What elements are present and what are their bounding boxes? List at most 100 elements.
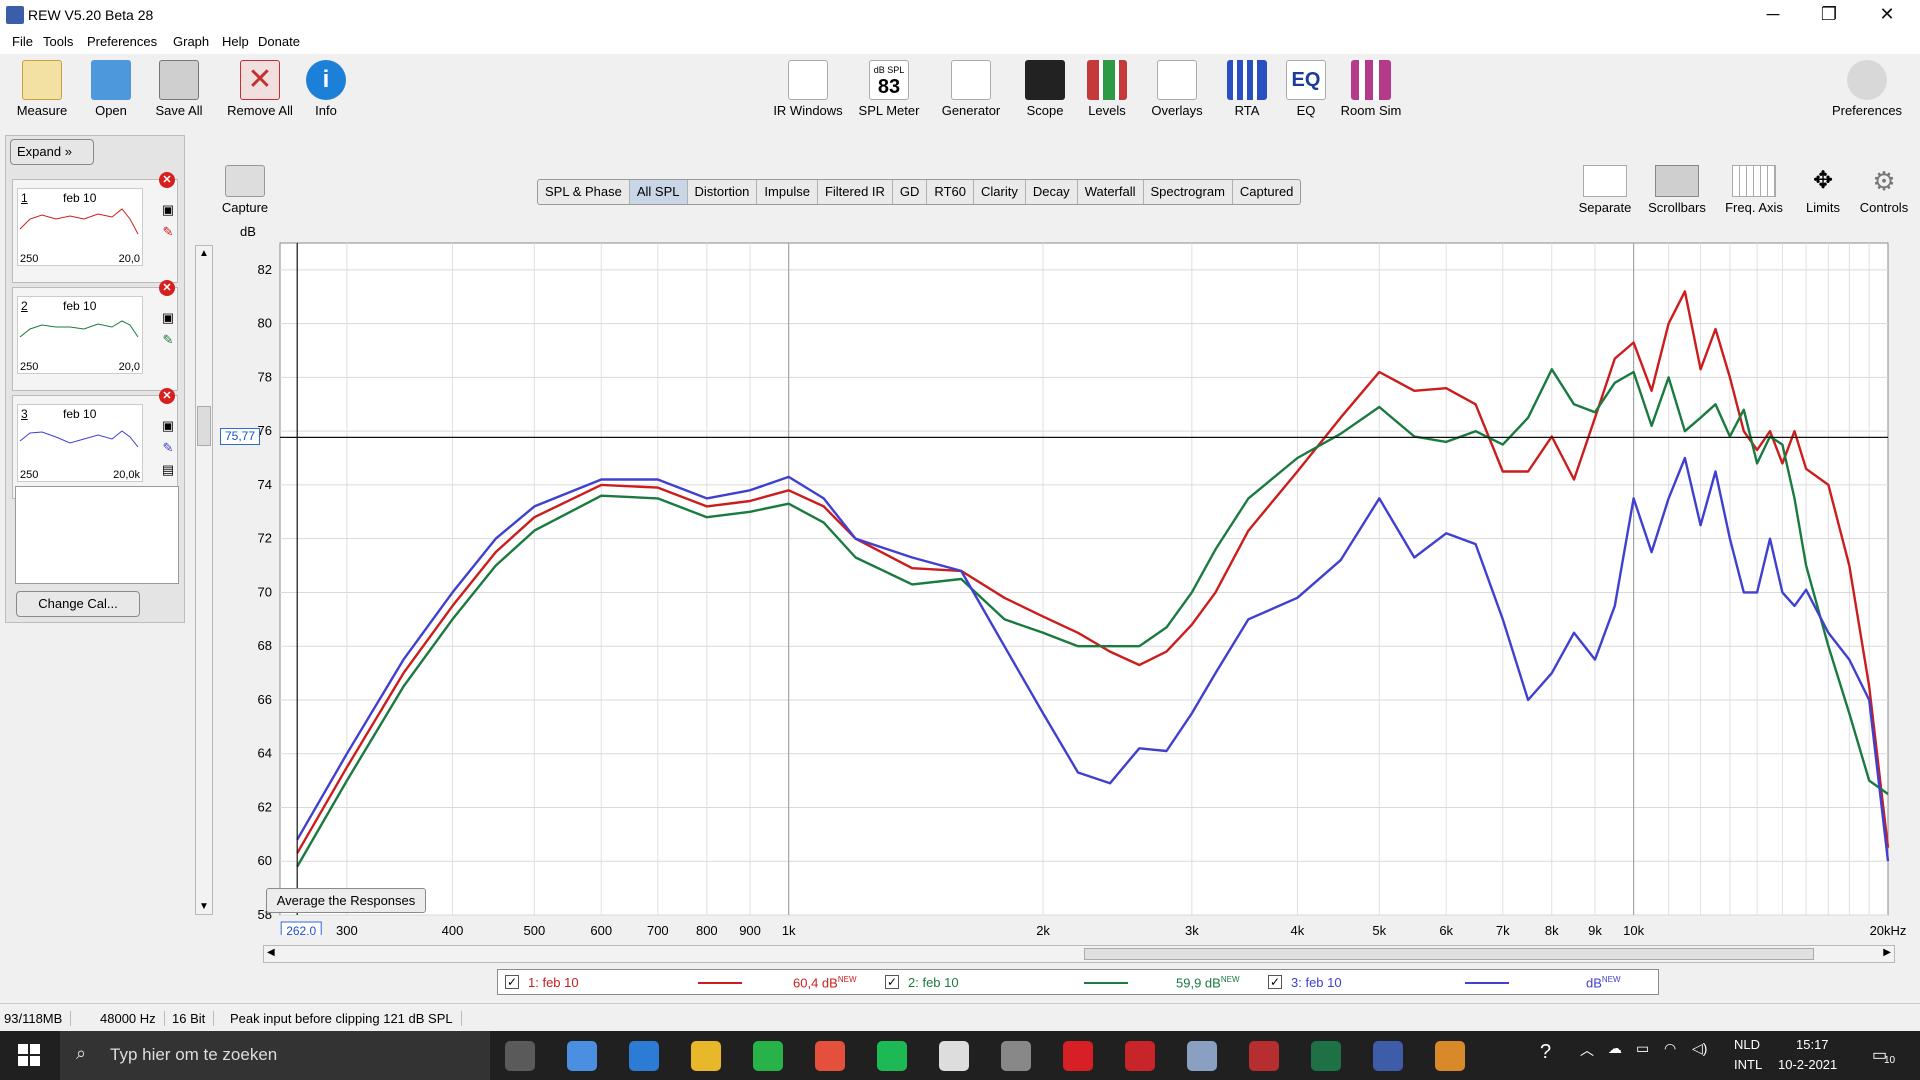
restore-button[interactable]: ❐ (1800, 0, 1858, 30)
remove-measurement-icon[interactable]: ✕ (159, 280, 175, 296)
measurement-notes[interactable] (15, 486, 179, 584)
minimize-button[interactable]: ─ (1744, 0, 1802, 30)
scrollbars-button[interactable]: Scrollbars (1644, 165, 1710, 215)
rta-button[interactable]: RTA (1222, 60, 1272, 118)
scope-button[interactable]: Scope (1020, 60, 1070, 118)
save-measurement-icon[interactable]: ▣ (160, 202, 176, 218)
explorer-icon[interactable] (691, 1041, 721, 1071)
measurement-card-3[interactable]: 3 feb 10 250 20,0k ✕ ▣ ✎ ▤ (12, 388, 178, 499)
vertical-scrollbar[interactable]: ▲ ▼ (195, 245, 213, 915)
whatsapp-icon[interactable] (753, 1041, 783, 1071)
app-tools-icon[interactable] (1187, 1041, 1217, 1071)
color-pen-icon[interactable]: ✎ (160, 332, 176, 348)
measurement-card-2[interactable]: 2 feb 10 250 20,0 ✕ ▣ ✎ (12, 280, 178, 391)
capture-button[interactable]: Capture (215, 165, 275, 215)
info-button[interactable]: i Info (306, 60, 346, 118)
legend-checkbox-1[interactable]: ✓ (505, 975, 519, 989)
rew-icon[interactable] (1373, 1041, 1403, 1071)
status-bar: 93/118MB 48000 Hz 16 Bit Peak input befo… (0, 1003, 1920, 1031)
menu-help[interactable]: Help (222, 34, 249, 49)
expand-button[interactable]: Expand » (10, 139, 94, 165)
measurement-card-1[interactable]: 1 feb 10 250 20,0 ✕ ▣ ✎ (12, 172, 178, 283)
onedrive-icon[interactable]: ☁ (1608, 1040, 1622, 1057)
limits-button[interactable]: ✥ Limits (1798, 165, 1848, 215)
tab-all-spl[interactable]: All SPL (629, 180, 688, 204)
color-pen-icon[interactable]: ✎ (160, 224, 176, 240)
menu-graph[interactable]: Graph (173, 34, 209, 49)
controls-button[interactable]: ⚙ Controls (1856, 165, 1912, 215)
language-bottom[interactable]: INTL (1734, 1057, 1762, 1072)
search-app-icon[interactable] (939, 1041, 969, 1071)
tab-filtered-ir[interactable]: Filtered IR (818, 180, 893, 204)
freq-axis-button[interactable]: Freq. Axis (1718, 165, 1790, 215)
legend-checkbox-2[interactable]: ✓ (885, 975, 899, 989)
clock-date[interactable]: 10-2-2021 (1778, 1057, 1837, 1072)
mail-icon[interactable] (629, 1041, 659, 1071)
save-measurement-icon[interactable]: ▣ (160, 418, 176, 434)
volume-icon[interactable]: ◁) (1692, 1040, 1707, 1057)
notes-icon[interactable]: ▤ (160, 462, 176, 478)
eq-button[interactable]: EQ EQ (1286, 60, 1326, 118)
generator-button[interactable]: Generator (936, 60, 1006, 118)
save-measurement-icon[interactable]: ▣ (160, 310, 176, 326)
menu-tools[interactable]: Tools (43, 34, 73, 49)
spl-graph[interactable]: 5860626466687072747678808223004005006007… (220, 235, 1920, 935)
task-view-icon[interactable] (505, 1041, 535, 1071)
netflix-icon[interactable] (1063, 1041, 1093, 1071)
scroll-thumb[interactable] (1084, 948, 1814, 960)
remove-all-button[interactable]: ✕ Remove All (222, 60, 298, 118)
remove-measurement-icon[interactable]: ✕ (159, 388, 175, 404)
average-responses-button[interactable]: Average the Responses (266, 888, 426, 913)
scroll-right-icon[interactable]: ▶ (1883, 947, 1891, 958)
open-button[interactable]: Open (86, 60, 136, 118)
ir-windows-button[interactable]: IR Windows (768, 60, 848, 118)
tab-spl-phase[interactable]: SPL & Phase (538, 180, 630, 204)
chrome-icon[interactable] (815, 1041, 845, 1071)
scroll-up-icon[interactable]: ▲ (199, 248, 209, 259)
tab-rt60[interactable]: RT60 (927, 180, 974, 204)
store-icon[interactable] (567, 1041, 597, 1071)
app-wave-icon[interactable] (1435, 1041, 1465, 1071)
spl-meter-button[interactable]: dB SPL 83 SPL Meter (854, 60, 924, 118)
language-top[interactable]: NLD (1734, 1037, 1760, 1052)
separate-button[interactable]: Separate (1574, 165, 1636, 215)
tab-waterfall[interactable]: Waterfall (1078, 180, 1144, 204)
help-icon[interactable]: ? (1540, 1041, 1551, 1064)
color-pen-icon[interactable]: ✎ (160, 440, 176, 456)
horizontal-scrollbar[interactable]: ◀ ▶ (263, 945, 1895, 963)
measure-button[interactable]: Measure (12, 60, 72, 118)
windows-start-icon[interactable] (18, 1044, 40, 1066)
tab-distortion[interactable]: Distortion (688, 180, 758, 204)
scroll-thumb[interactable] (197, 406, 211, 446)
levels-button[interactable]: Levels (1082, 60, 1132, 118)
save-all-button[interactable]: Save All (150, 60, 208, 118)
app-b-icon[interactable] (1001, 1041, 1031, 1071)
close-button[interactable]: ✕ (1858, 0, 1916, 30)
menu-donate[interactable]: Donate (258, 34, 300, 49)
sw-icon[interactable] (1125, 1041, 1155, 1071)
tab-captured[interactable]: Captured (1233, 180, 1300, 204)
wifi-icon[interactable]: ◠ (1664, 1040, 1676, 1057)
tab-gd[interactable]: GD (893, 180, 928, 204)
sw-doc-icon[interactable] (1249, 1041, 1279, 1071)
clock-time[interactable]: 15:17 (1796, 1037, 1829, 1052)
scroll-down-icon[interactable]: ▼ (199, 901, 209, 912)
room-sim-button[interactable]: Room Sim (1338, 60, 1404, 118)
excel-icon[interactable] (1311, 1041, 1341, 1071)
change-cal-button[interactable]: Change Cal... (16, 591, 140, 617)
overlays-button[interactable]: Overlays (1146, 60, 1208, 118)
menu-preferences[interactable]: Preferences (87, 34, 157, 49)
taskbar-search[interactable]: ⌕ Typ hier om te zoeken (60, 1031, 490, 1080)
legend-checkbox-3[interactable]: ✓ (1268, 975, 1282, 989)
tray-chevron-icon[interactable]: ︿ (1580, 1040, 1594, 1060)
tab-clarity[interactable]: Clarity (974, 180, 1026, 204)
tab-spectrogram[interactable]: Spectrogram (1144, 180, 1233, 204)
scroll-left-icon[interactable]: ◀ (267, 947, 275, 958)
battery-icon[interactable]: ▭ (1636, 1040, 1649, 1057)
preferences-button[interactable]: Preferences (1824, 60, 1910, 118)
spotify-icon[interactable] (877, 1041, 907, 1071)
remove-measurement-icon[interactable]: ✕ (159, 172, 175, 188)
menu-file[interactable]: File (12, 34, 33, 49)
tab-decay[interactable]: Decay (1026, 180, 1078, 204)
tab-impulse[interactable]: Impulse (757, 180, 818, 204)
